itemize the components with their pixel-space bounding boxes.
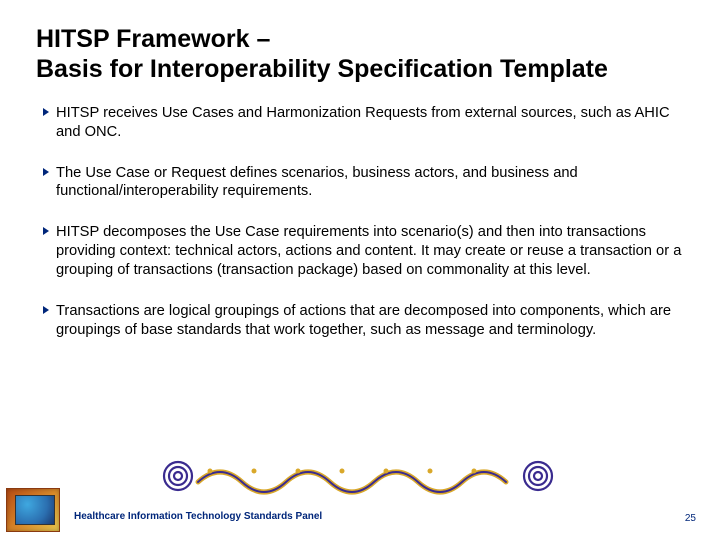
slide: HITSP Framework – Basis for Interoperabi… xyxy=(0,0,720,540)
list-item: Transactions are logical groupings of ac… xyxy=(42,302,684,340)
bullet-text: Transactions are logical groupings of ac… xyxy=(56,303,671,338)
page-number: 25 xyxy=(685,513,696,524)
list-item: HITSP decomposes the Use Case requiremen… xyxy=(42,223,684,279)
bullet-arrow-icon xyxy=(42,106,50,121)
bullet-arrow-icon xyxy=(42,304,50,319)
title-line-1: HITSP Framework – xyxy=(36,25,270,53)
bullet-text: HITSP receives Use Cases and Harmonizati… xyxy=(56,105,670,140)
page-title: HITSP Framework – Basis for Interoperabi… xyxy=(36,24,684,84)
footer-label: Healthcare Information Technology Standa… xyxy=(74,511,322,522)
list-item: The Use Case or Request defines scenario… xyxy=(42,164,684,202)
bullet-arrow-icon xyxy=(42,225,50,240)
bullet-text: The Use Case or Request defines scenario… xyxy=(56,165,578,200)
title-line-2: Basis for Interoperability Specification… xyxy=(36,55,608,83)
bullet-arrow-icon xyxy=(42,166,50,181)
bullet-list: HITSP receives Use Cases and Harmonizati… xyxy=(36,104,684,339)
logo-icon xyxy=(6,488,60,532)
list-item: HITSP receives Use Cases and Harmonizati… xyxy=(42,104,684,142)
bullet-text: HITSP decomposes the Use Case requiremen… xyxy=(56,224,681,278)
decorative-swirl-icon xyxy=(150,456,570,496)
